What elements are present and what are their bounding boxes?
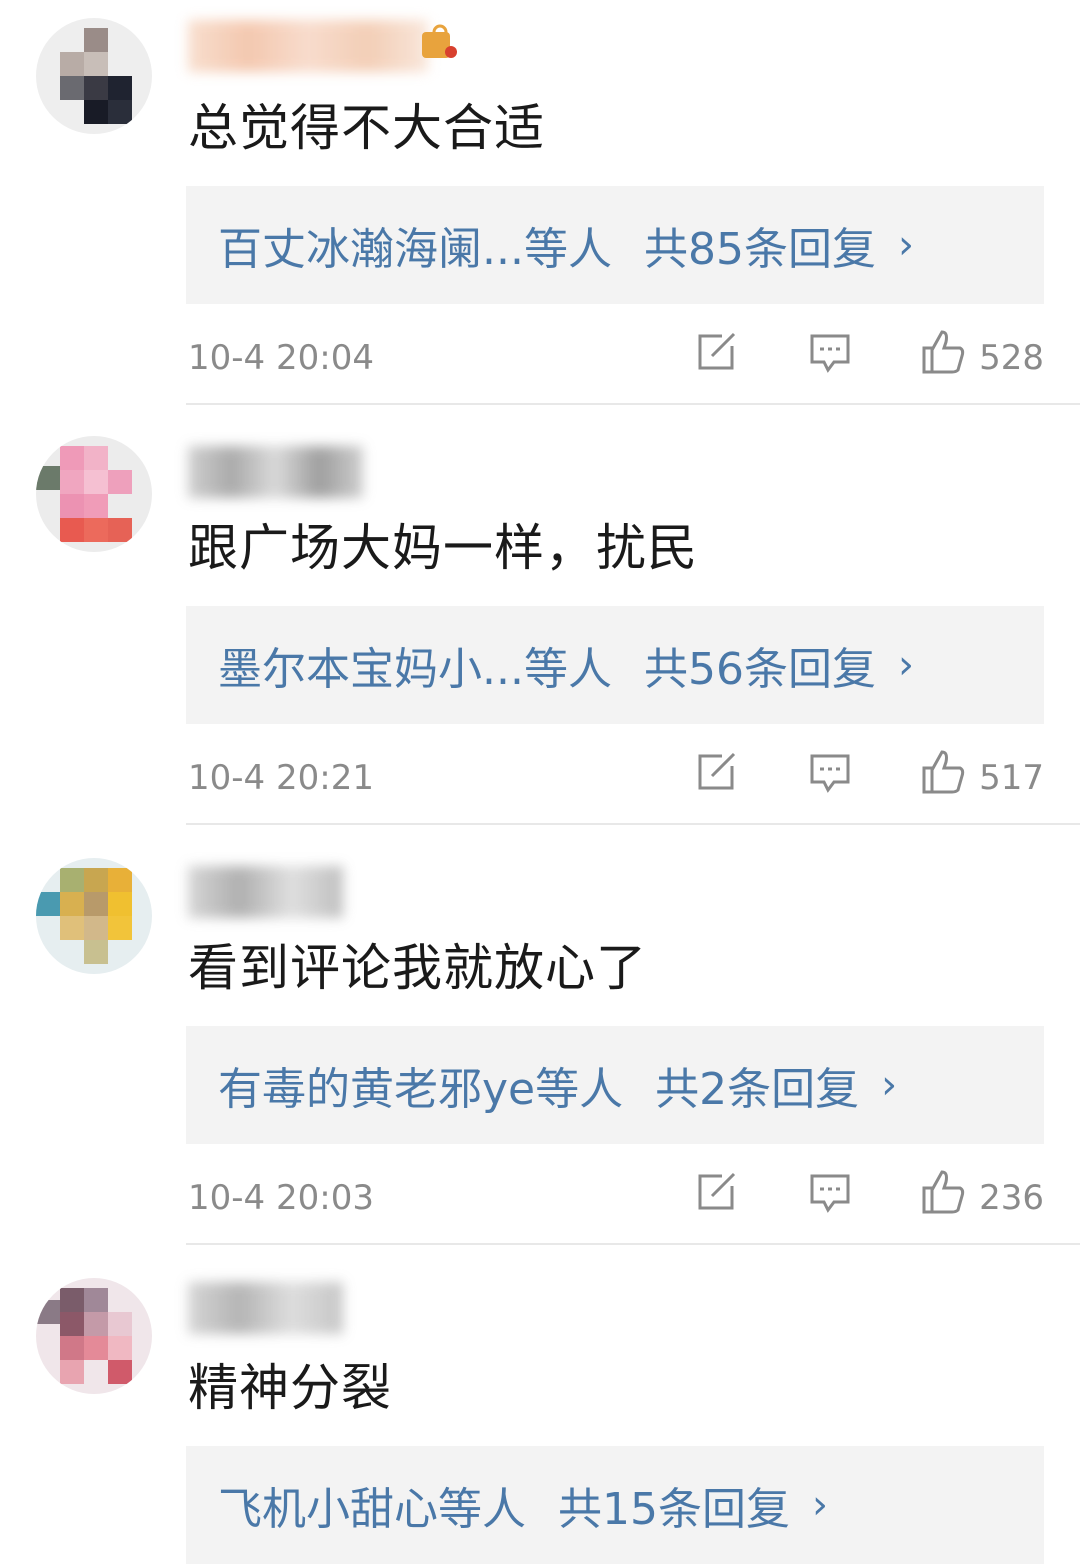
comment-text: 跟广场大妈一样，扰民 xyxy=(188,519,698,577)
username[interactable] xyxy=(188,20,428,72)
divider xyxy=(186,1243,1080,1245)
comment-bubble-icon[interactable] xyxy=(806,1168,854,1216)
reply-count: 共15条回复 xyxy=(558,1484,790,1535)
replies-link[interactable]: 百丈冰瀚海阑...等人 共85条回复 › xyxy=(186,186,1044,304)
comment-item: 跟广场大妈一样，扰民 墨尔本宝妈小...等人 共56条回复 › 10-4 20:… xyxy=(0,420,1080,840)
like-count: 517 xyxy=(979,758,1044,798)
avatar[interactable] xyxy=(36,436,152,552)
chevron-right-icon: › xyxy=(812,1482,828,1528)
reply-names: 墨尔本宝妈小...等人 xyxy=(218,644,612,695)
comment-meta: 10-4 20:21 517 xyxy=(188,748,1044,808)
avatar[interactable] xyxy=(36,18,152,134)
username[interactable] xyxy=(188,1282,343,1334)
chevron-right-icon: › xyxy=(897,222,914,268)
reply-names: 百丈冰瀚海阑...等人 xyxy=(218,224,612,275)
like-count: 528 xyxy=(979,338,1044,378)
username[interactable] xyxy=(188,446,363,498)
divider xyxy=(186,403,1080,405)
edit-icon[interactable] xyxy=(692,748,740,796)
reply-names: 飞机小甜心等人 xyxy=(218,1484,526,1535)
chevron-right-icon: › xyxy=(881,1062,898,1108)
timestamp: 10-4 20:04 xyxy=(188,338,374,378)
edit-icon[interactable] xyxy=(692,328,740,376)
comment-bubble-icon[interactable] xyxy=(806,328,854,376)
comment-meta: 10-4 20:04 528 xyxy=(188,328,1044,388)
comment-text: 精神分裂 xyxy=(188,1359,392,1417)
comment-item: 精神分裂 飞机小甜心等人 共15条回复 › xyxy=(0,1260,1080,1564)
replies-link[interactable]: 有毒的黄老邪ye等人 共2条回复 › xyxy=(186,1026,1044,1144)
comment-meta: 10-4 20:03 236 xyxy=(188,1168,1044,1228)
edit-icon[interactable] xyxy=(692,1168,740,1216)
comment-item: 看到评论我就放心了 有毒的黄老邪ye等人 共2条回复 › 10-4 20:03 … xyxy=(0,840,1080,1260)
reply-count: 共2条回复 xyxy=(655,1064,860,1115)
avatar[interactable] xyxy=(36,858,152,974)
comment-text: 总觉得不大合适 xyxy=(188,99,545,157)
username[interactable] xyxy=(188,866,343,918)
chevron-right-icon: › xyxy=(897,642,914,688)
reply-names: 有毒的黄老邪ye等人 xyxy=(218,1064,624,1115)
thumbs-up-icon[interactable] xyxy=(918,748,966,796)
comment-item: 总觉得不大合适 百丈冰瀚海阑...等人 共85条回复 › 10-4 20:04 … xyxy=(0,0,1080,420)
comment-bubble-icon[interactable] xyxy=(806,748,854,796)
replies-link[interactable]: 飞机小甜心等人 共15条回复 › xyxy=(186,1446,1044,1564)
thumbs-up-icon[interactable] xyxy=(918,1168,966,1216)
divider xyxy=(186,823,1080,825)
thumbs-up-icon[interactable] xyxy=(918,328,966,376)
timestamp: 10-4 20:03 xyxy=(188,1178,374,1218)
comment-text: 看到评论我就放心了 xyxy=(188,939,647,997)
vip-badge-icon xyxy=(418,22,458,62)
reply-count: 共56条回复 xyxy=(643,644,876,695)
replies-link[interactable]: 墨尔本宝妈小...等人 共56条回复 › xyxy=(186,606,1044,724)
reply-count: 共85条回复 xyxy=(643,224,876,275)
avatar[interactable] xyxy=(36,1278,152,1394)
like-count: 236 xyxy=(979,1178,1044,1218)
timestamp: 10-4 20:21 xyxy=(188,758,374,798)
